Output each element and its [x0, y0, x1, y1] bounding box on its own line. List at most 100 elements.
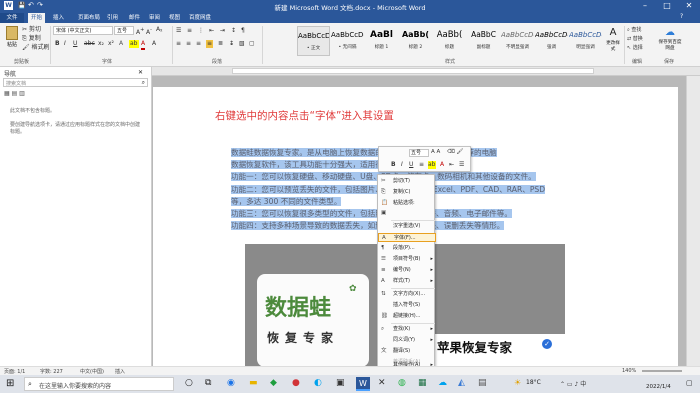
- language-status[interactable]: 中文(中国): [80, 368, 104, 375]
- mini-indent-icon[interactable]: ⇤: [449, 161, 454, 169]
- sort-icon[interactable]: ↕: [231, 27, 236, 35]
- context-menu-item[interactable]: ▣: [378, 209, 436, 220]
- insert-mode[interactable]: 插入: [115, 368, 125, 375]
- minimize-button[interactable]: –: [634, 0, 656, 12]
- word-count[interactable]: 字数: 227: [40, 368, 63, 375]
- multilevel-icon[interactable]: ⋮: [198, 27, 204, 35]
- context-menu-item[interactable]: ✂ 剪切(T): [378, 177, 436, 186]
- app-icon-cloud[interactable]: ☁: [438, 378, 447, 388]
- show-marks-icon[interactable]: ¶: [241, 27, 245, 35]
- context-menu-item[interactable]: ≡ 编号(N) ▸: [378, 266, 436, 275]
- numbering-icon[interactable]: ≡: [187, 27, 192, 35]
- italic-button[interactable]: I: [64, 40, 66, 48]
- horizontal-ruler[interactable]: [152, 67, 700, 76]
- line-spacing-icon[interactable]: ↨: [229, 40, 234, 48]
- app-icon-blue[interactable]: ◐: [314, 378, 322, 388]
- superscript-button[interactable]: x²: [108, 40, 114, 48]
- bold-button[interactable]: B: [55, 40, 60, 48]
- distributed-icon[interactable]: ≣: [218, 40, 223, 48]
- style-title[interactable]: AaBb(标题: [433, 26, 466, 56]
- format-painter-button[interactable]: 🖌 格式刷: [22, 44, 50, 52]
- decrease-indent-icon[interactable]: ⇤: [209, 27, 214, 35]
- app-icon-grid[interactable]: ▤: [478, 378, 487, 388]
- tab-references[interactable]: 引用: [104, 13, 121, 23]
- app-icon-green[interactable]: ◆: [270, 378, 277, 388]
- select-button[interactable]: ↖ 选择: [627, 44, 643, 52]
- mini-highlight-icon[interactable]: ab: [428, 161, 436, 169]
- style-no-spacing[interactable]: AaBbCcDd• 无间隔: [331, 26, 364, 56]
- windows-start-icon[interactable]: ⊞: [6, 378, 14, 389]
- context-menu-item[interactable]: ⎘ 复制(C): [378, 188, 436, 197]
- mini-font-color-icon[interactable]: A: [440, 161, 444, 169]
- copy-button[interactable]: ⎘ 复制: [22, 35, 41, 43]
- style-subtitle[interactable]: AaBbC 副标题: [467, 26, 500, 56]
- tab-page-layout[interactable]: 页面布局: [75, 13, 103, 23]
- maximize-button[interactable]: □: [656, 0, 678, 12]
- change-styles-button[interactable]: A 更改样式: [604, 26, 622, 56]
- clear-format-icon[interactable]: Aᵪ: [156, 26, 162, 34]
- increase-indent-icon[interactable]: ⇥: [220, 27, 225, 35]
- tab-insert[interactable]: 插入: [50, 13, 67, 23]
- save-to-baidu-button[interactable]: ☁ 保存到百度网盘: [652, 26, 688, 56]
- mini-format-painter-icon[interactable]: ⌫ 🖌: [447, 148, 464, 156]
- context-menu-item[interactable]: 文翻译(S): [378, 347, 436, 356]
- context-menu-item[interactable]: ⌕ 查找(K) ▸: [378, 325, 436, 334]
- mini-bold-button[interactable]: B: [391, 161, 396, 169]
- file-explorer-icon[interactable]: ▬: [249, 378, 258, 388]
- context-menu-item[interactable]: 📋 粘贴选项:: [378, 199, 436, 208]
- borders-icon[interactable]: ▢: [249, 40, 255, 48]
- text-effects-icon[interactable]: A: [119, 40, 123, 48]
- mini-italic-button[interactable]: I: [401, 161, 403, 169]
- style-normal[interactable]: AaBbCcDd• 正文: [297, 26, 330, 56]
- paste-button[interactable]: 粘贴: [3, 26, 21, 54]
- app-icon-dark[interactable]: ▣: [336, 378, 345, 388]
- app-icon-x[interactable]: ✕: [378, 378, 386, 388]
- style-subtle-emphasis[interactable]: AaBbCcDd不明显强调: [501, 26, 534, 56]
- strikethrough-button[interactable]: abc: [84, 40, 95, 48]
- highlight-icon[interactable]: ab: [129, 40, 139, 48]
- excel-icon[interactable]: ▦: [418, 378, 427, 388]
- align-left-icon[interactable]: ≡: [176, 40, 181, 48]
- tab-home[interactable]: 开始: [28, 13, 46, 23]
- nav-search-input[interactable]: 搜索文档 ⌕: [3, 78, 148, 87]
- notification-icon[interactable]: ▢: [686, 379, 693, 387]
- cortana-icon[interactable]: ○: [185, 378, 193, 388]
- cut-button[interactable]: ✂ 剪切: [22, 26, 41, 34]
- context-menu-item[interactable]: 汉字重选(V): [378, 222, 436, 231]
- context-menu-item[interactable]: A 字体(F)...: [378, 233, 436, 242]
- tab-view[interactable]: 视图: [166, 13, 183, 23]
- context-menu-item[interactable]: ⛓ 超链接(H)...: [378, 312, 436, 321]
- align-center-icon[interactable]: ≡: [186, 40, 191, 48]
- replace-button[interactable]: ⇄ 替换: [627, 35, 643, 43]
- word-taskbar-icon[interactable]: W: [356, 377, 370, 391]
- help-icon[interactable]: ?: [680, 13, 683, 20]
- shading-icon[interactable]: ▧: [239, 40, 245, 48]
- context-menu-item[interactable]: A 样式(T) ▸: [378, 277, 436, 286]
- subscript-button[interactable]: x₂: [98, 40, 104, 48]
- style-intense-emphasis[interactable]: AaBbCcDd明显强调: [569, 26, 602, 56]
- task-view-icon[interactable]: ⧉: [205, 378, 211, 388]
- tab-mailings[interactable]: 邮件: [126, 13, 143, 23]
- tab-review[interactable]: 审阅: [146, 13, 163, 23]
- mini-bullets-icon[interactable]: ☰: [459, 161, 464, 169]
- weather-temp[interactable]: 18°C: [526, 379, 541, 386]
- shrink-font-icon[interactable]: A-: [146, 26, 152, 37]
- tray-icons[interactable]: ⌃ ▭ ♪ 中: [560, 379, 586, 388]
- justify-icon[interactable]: ≡: [206, 40, 214, 48]
- context-menu-item[interactable]: ☰ 项目符号(B) ▸: [378, 255, 436, 264]
- context-menu-item[interactable]: ⇅ 文字方向(X)...: [378, 290, 436, 299]
- find-button[interactable]: ⌕ 查找: [627, 26, 641, 34]
- mini-underline-button[interactable]: U: [409, 161, 413, 169]
- context-menu-item[interactable]: 插入符号(S): [378, 301, 436, 310]
- taskbar-search-input[interactable]: ⌕ 在这里输入你要搜索的内容: [24, 377, 174, 391]
- nav-view-tabs[interactable]: ▦ ▤ ▥: [4, 90, 25, 97]
- app-icon-red[interactable]: ●: [292, 378, 300, 388]
- style-heading-2[interactable]: AaBb(标题 2: [399, 26, 432, 56]
- context-menu-item[interactable]: 同义词(Y) ▸: [378, 336, 436, 345]
- char-shading-icon[interactable]: A: [152, 40, 156, 48]
- context-menu-item[interactable]: ¶ 段落(P)...: [378, 244, 436, 253]
- edge-icon[interactable]: ◉: [227, 378, 235, 388]
- style-heading-1[interactable]: AaBl 标题 1: [365, 26, 398, 56]
- zoom-slider[interactable]: [642, 370, 682, 372]
- mini-align-icon[interactable]: ≡: [419, 161, 424, 169]
